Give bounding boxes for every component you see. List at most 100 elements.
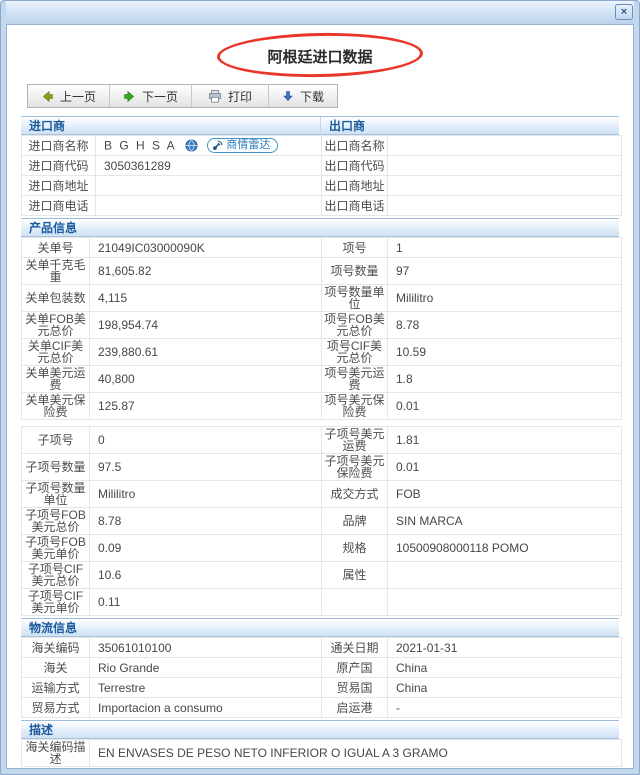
field-value: China [387, 657, 622, 678]
field-value: 1.8 [387, 365, 622, 393]
field-value: 4,115 [89, 284, 322, 312]
download-button[interactable]: 下载 [269, 85, 337, 107]
prev-page-button[interactable]: 上一页 [28, 85, 111, 107]
table-row: 进口商地址 出口商地址 [21, 175, 622, 196]
field-value: Rio Grande [89, 657, 322, 678]
table-row: 子项号CIF美元单价 0.11 [21, 588, 622, 616]
logistics-header-label: 物流信息 [29, 621, 78, 635]
logistics-section: 物流信息 海关编码 35061010100 通关日期 2021-01-31 海关… [21, 618, 622, 718]
print-label: 打印 [228, 89, 253, 104]
field-label: 贸易方式 [21, 697, 90, 718]
table-row: 子项号数量 97.5 子项号美元保险费 0.01 [21, 453, 622, 481]
logistics-header: 物流信息 [21, 618, 619, 637]
field-label: 子项号数量单位 [21, 480, 90, 508]
field-label: 项号数量 [321, 257, 388, 285]
arrow-left-icon [42, 90, 53, 102]
product-info-header: 产品信息 [21, 218, 619, 237]
field-label: 项号CIF美元总价 [321, 338, 388, 366]
field-value: 0.09 [89, 534, 322, 562]
description-table: 海关编码描述 EN ENVASES DE PESO NETO INFERIOR … [21, 739, 622, 767]
field-label: 进口商名称 [21, 135, 96, 156]
field-value [95, 195, 322, 216]
importer-header-label: 进口商 [21, 117, 321, 134]
field-value: EN ENVASES DE PESO NETO INFERIOR O IGUAL… [89, 739, 622, 767]
field-label: 海关 [21, 657, 90, 678]
description-header-label: 描述 [29, 723, 54, 737]
trade-data-dialog: × 阿根廷进口数据 上一页 下一页 打印 下载 进口商 出口商 进口商名称 B … [0, 0, 640, 775]
field-value: 0.11 [89, 588, 322, 616]
field-label: 出口商名称 [321, 135, 388, 156]
field-value: 0 [89, 426, 322, 454]
field-value [387, 561, 622, 589]
table-row: 子项号FOB美元单价 0.09 规格 10500908000118 POMO [21, 534, 622, 562]
field-label: 子项号FOB美元总价 [21, 507, 90, 535]
product-info-section: 产品信息 关单号 21049IC03000090K 项号 1 关单千克毛重 81… [21, 218, 622, 616]
importer-exporter-table: 进口商名称 B G H S A 商情雷达 出口商名称 进口商代码 3050361… [21, 135, 622, 216]
table-row: 进口商名称 B G H S A 商情雷达 出口商名称 [21, 135, 622, 156]
field-value [95, 175, 322, 196]
field-label: 进口商电话 [21, 195, 96, 216]
product-info-header-label: 产品信息 [29, 221, 78, 235]
field-value: 198,954.74 [89, 311, 322, 339]
next-page-label: 下一页 [142, 89, 179, 104]
field-value: 10.59 [387, 338, 622, 366]
prev-page-label: 上一页 [60, 89, 97, 104]
printer-icon [208, 89, 222, 103]
field-label: 成交方式 [321, 480, 388, 508]
importer-name-cell: B G H S A 商情雷达 [95, 135, 322, 156]
field-value: 239,880.61 [89, 338, 322, 366]
table-row: 关单CIF美元总价 239,880.61 项号CIF美元总价 10.59 [21, 338, 622, 366]
field-value: 40,800 [89, 365, 322, 393]
table-row: 关单号 21049IC03000090K 项号 1 [21, 237, 622, 258]
field-label: 品牌 [321, 507, 388, 535]
field-value: 1.81 [387, 426, 622, 454]
field-value [387, 175, 622, 196]
table-row: 进口商代码 3050361289 出口商代码 [21, 155, 622, 176]
table-row: 海关 Rio Grande 原产国 China [21, 657, 622, 678]
close-button[interactable]: × [615, 4, 633, 20]
field-value: SIN MARCA [387, 507, 622, 535]
radar-badge[interactable]: 商情雷达 [207, 138, 279, 153]
field-value: FOB [387, 480, 622, 508]
table-row: 子项号CIF美元总价 10.6 属性 [21, 561, 622, 589]
table-row: 关单美元保险费 125.87 项号美元保险费 0.01 [21, 392, 622, 420]
product-table-1: 关单号 21049IC03000090K 项号 1 关单千克毛重 81,605.… [21, 237, 622, 420]
table-row: 关单包装数 4,115 项号数量单位 Mililitro [21, 284, 622, 312]
field-label: 关单包装数 [21, 284, 90, 312]
field-label: 海关编码描述 [21, 739, 90, 767]
dialog-content: 阿根廷进口数据 上一页 下一页 打印 下载 进口商 出口商 进口商名称 B G … [6, 24, 634, 769]
field-value: 35061010100 [89, 637, 322, 658]
arrow-down-icon [283, 91, 293, 101]
field-label: 子项号数量 [21, 453, 90, 481]
table-row: 子项号数量单位 Mililitro 成交方式 FOB [21, 480, 622, 508]
table-row: 子项号 0 子项号美元运费 1.81 [21, 426, 622, 454]
field-value: 10500908000118 POMO [387, 534, 622, 562]
table-row: 贸易方式 Importacion a consumo 启运港 - [21, 697, 622, 718]
field-value: 3050361289 [95, 155, 322, 176]
table-row: 关单美元运费 40,800 项号美元运费 1.8 [21, 365, 622, 393]
field-label: 项号美元保险费 [321, 392, 388, 420]
importer-name-value: B G H S A [104, 138, 177, 153]
next-page-button[interactable]: 下一页 [110, 85, 193, 107]
print-button[interactable]: 打印 [192, 85, 270, 107]
field-label: 出口商地址 [321, 175, 388, 196]
field-value [387, 155, 622, 176]
field-label: 子项号CIF美元单价 [21, 588, 90, 616]
field-value: 21049IC03000090K [89, 237, 322, 258]
description-section: 描述 海关编码描述 EN ENVASES DE PESO NETO INFERI… [21, 720, 622, 767]
title-area: 阿根廷进口数据 [21, 31, 619, 79]
table-row: 关单FOB美元总价 198,954.74 项号FOB美元总价 8.78 [21, 311, 622, 339]
field-value: - [387, 697, 622, 718]
field-label: 关单美元保险费 [21, 392, 90, 420]
field-label: 属性 [321, 561, 388, 589]
field-label: 出口商电话 [321, 195, 388, 216]
pagination-toolbar: 上一页 下一页 打印 下载 [27, 84, 339, 108]
globe-icon[interactable] [185, 139, 198, 152]
table-row: 海关编码 35061010100 通关日期 2021-01-31 [21, 637, 622, 658]
page-title: 阿根廷进口数据 [267, 49, 373, 66]
field-label: 子项号美元运费 [321, 426, 388, 454]
field-value: 97.5 [89, 453, 322, 481]
field-label: 子项号美元保险费 [321, 453, 388, 481]
field-value: 81,605.82 [89, 257, 322, 285]
field-label: 关单美元运费 [21, 365, 90, 393]
